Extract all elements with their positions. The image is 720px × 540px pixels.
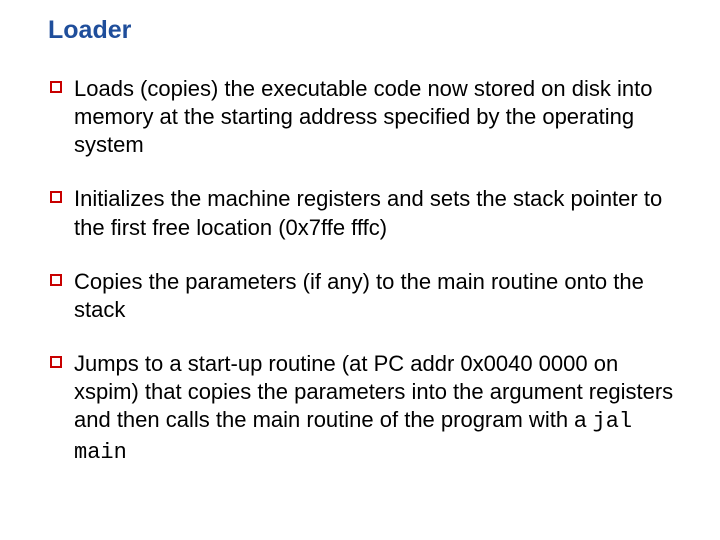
list-item: Jumps to a start-up routine (at PC addr … xyxy=(48,350,680,467)
item-text: Jumps to a start-up routine (at PC addr … xyxy=(74,350,680,467)
square-bullet-icon xyxy=(50,274,62,286)
square-bullet-icon xyxy=(50,81,62,93)
list-item: Initializes the machine registers and se… xyxy=(48,185,680,241)
item-text-span: Jumps to a start-up routine (at PC addr … xyxy=(74,351,673,432)
list-item: Loads (copies) the executable code now s… xyxy=(48,75,680,159)
slide: Loader Loads (copies) the executable cod… xyxy=(0,0,720,540)
square-bullet-icon xyxy=(50,356,62,368)
item-text: Copies the parameters (if any) to the ma… xyxy=(74,268,680,324)
square-bullet-icon xyxy=(50,191,62,203)
item-text: Loads (copies) the executable code now s… xyxy=(74,75,680,159)
slide-title: Loader xyxy=(48,16,680,45)
item-text: Initializes the machine registers and se… xyxy=(74,185,680,241)
list-item: Copies the parameters (if any) to the ma… xyxy=(48,268,680,324)
